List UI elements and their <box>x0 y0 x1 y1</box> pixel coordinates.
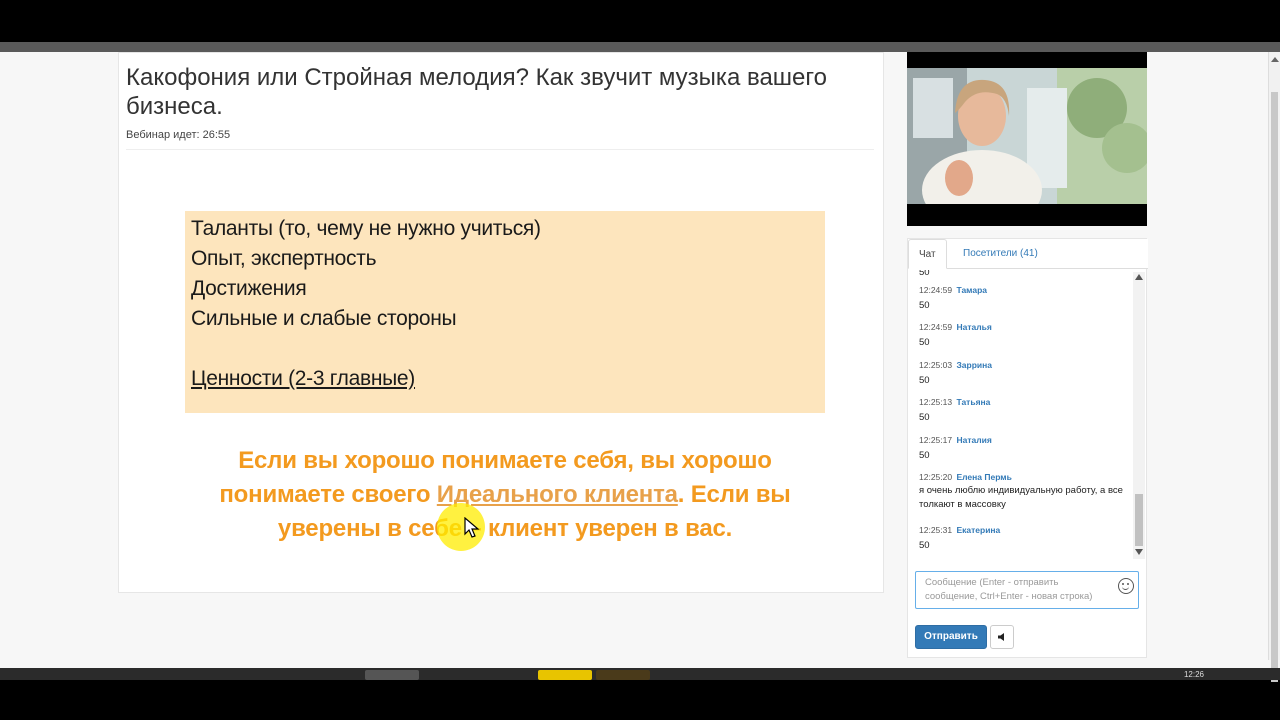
chat-message: 12:25:17 Наталия 50 <box>919 435 1129 463</box>
chat-message: 12:25:13 Татьяна 50 <box>919 397 1129 425</box>
message-text: 50 <box>919 412 930 423</box>
message-text: 50 <box>919 375 930 386</box>
speaker-icon <box>998 633 1004 641</box>
browser-toolbar-strip <box>0 42 1280 52</box>
message-time: 12:24:59 <box>919 322 953 332</box>
scroll-up-icon[interactable] <box>1271 57 1279 62</box>
chat-message: 12:25:03 Заррина 50 <box>919 360 1129 388</box>
chat-tabs: Чат Посетители (41) <box>908 239 1148 269</box>
send-button[interactable]: Отправить <box>915 625 987 649</box>
message-time: 12:24:59 <box>919 285 953 295</box>
tab-chat[interactable]: Чат <box>908 239 947 269</box>
divider <box>126 149 874 150</box>
slide-quote: Если вы хорошо понимаете себя, вы хорошо… <box>185 444 825 546</box>
message-text: я очень люблю индивидуальную работу, а в… <box>919 485 1123 510</box>
taskbar-app[interactable] <box>365 670 419 680</box>
chat-messages: 50 12:24:59 Тамара 50 12:24:59 Наталья 5… <box>908 270 1136 560</box>
webinar-status: Вебинар идет: 26:55 <box>126 129 231 141</box>
slide-line: Сильные и слабые стороны <box>191 307 457 330</box>
message-time: 12:25:03 <box>919 360 953 370</box>
chat-message: 12:24:59 Тамара 50 <box>919 285 1129 313</box>
slide-line: Таланты (то, чему не нужно учиться) <box>191 217 541 240</box>
message-time: 12:25:13 <box>919 397 953 407</box>
message-input[interactable]: Сообщение (Enter - отправить сообщение, … <box>915 571 1139 609</box>
message-time: 12:25:31 <box>919 525 953 535</box>
scroll-down-icon[interactable] <box>1135 549 1143 555</box>
chat-message: 12:24:59 Наталья 50 <box>919 322 1129 350</box>
sound-toggle-button[interactable] <box>990 625 1014 649</box>
scroll-thumb[interactable] <box>1271 92 1278 682</box>
message-time: 12:25:20 <box>919 472 953 482</box>
page-title: Какофония или Стройная мелодия? Как звуч… <box>126 64 827 120</box>
presenter-video-frame <box>907 68 1147 204</box>
scroll-thumb[interactable] <box>1135 494 1143 546</box>
message-input-placeholder: Сообщение (Enter - отправить сообщение, … <box>925 577 1093 602</box>
quote-highlight: Идеального клиента <box>436 481 678 508</box>
webinar-main-panel: Какофония или Стройная мелодия? Как звуч… <box>118 52 884 593</box>
message-author[interactable]: Заррина <box>956 360 992 370</box>
chat-scrollbar[interactable] <box>1133 272 1145 559</box>
tab-visitors[interactable]: Посетители (41) <box>953 239 1048 269</box>
message-text: 50 <box>919 300 930 311</box>
taskbar-app[interactable] <box>538 670 592 680</box>
message-author[interactable]: Наталья <box>956 322 991 332</box>
message-author[interactable]: Тамара <box>956 285 987 295</box>
message-author[interactable]: Наталия <box>956 435 991 445</box>
mouse-cursor-icon <box>464 517 480 538</box>
slide-line-values: Ценности (2-3 главные) <box>191 367 416 390</box>
message-author[interactable]: Елена Пермь <box>956 472 1011 482</box>
message-author[interactable]: Екатерина <box>956 525 1000 535</box>
chat-message: 12:25:31 Екатерина 50 <box>919 525 1129 553</box>
os-taskbar: 12:26 <box>0 668 1280 680</box>
page-scrollbar[interactable] <box>1268 52 1280 682</box>
chat-panel: Чат Посетители (41) 50 12:24:59 Тамара 5… <box>907 238 1148 658</box>
message-text: 50 <box>919 450 930 461</box>
chat-message: 12:25:20 Елена Пермь я очень люблю индив… <box>919 472 1129 512</box>
message-text: 50 <box>919 337 930 348</box>
message-author[interactable]: Татьяна <box>956 397 990 407</box>
slide-line: Достижения <box>191 277 307 300</box>
message-text: 50 <box>919 270 930 278</box>
scroll-up-icon[interactable] <box>1135 274 1143 280</box>
taskbar-app[interactable] <box>596 670 650 680</box>
message-text: 50 <box>919 540 930 551</box>
emoji-icon[interactable] <box>1118 578 1134 594</box>
slide-line: Опыт, экспертность <box>191 247 377 270</box>
message-time: 12:25:17 <box>919 435 953 445</box>
presenter-video[interactable] <box>907 52 1147 226</box>
slide-content-box: Таланты (то, чему не нужно учиться) Опыт… <box>185 211 825 413</box>
taskbar-clock: 12:26 <box>1183 670 1204 679</box>
